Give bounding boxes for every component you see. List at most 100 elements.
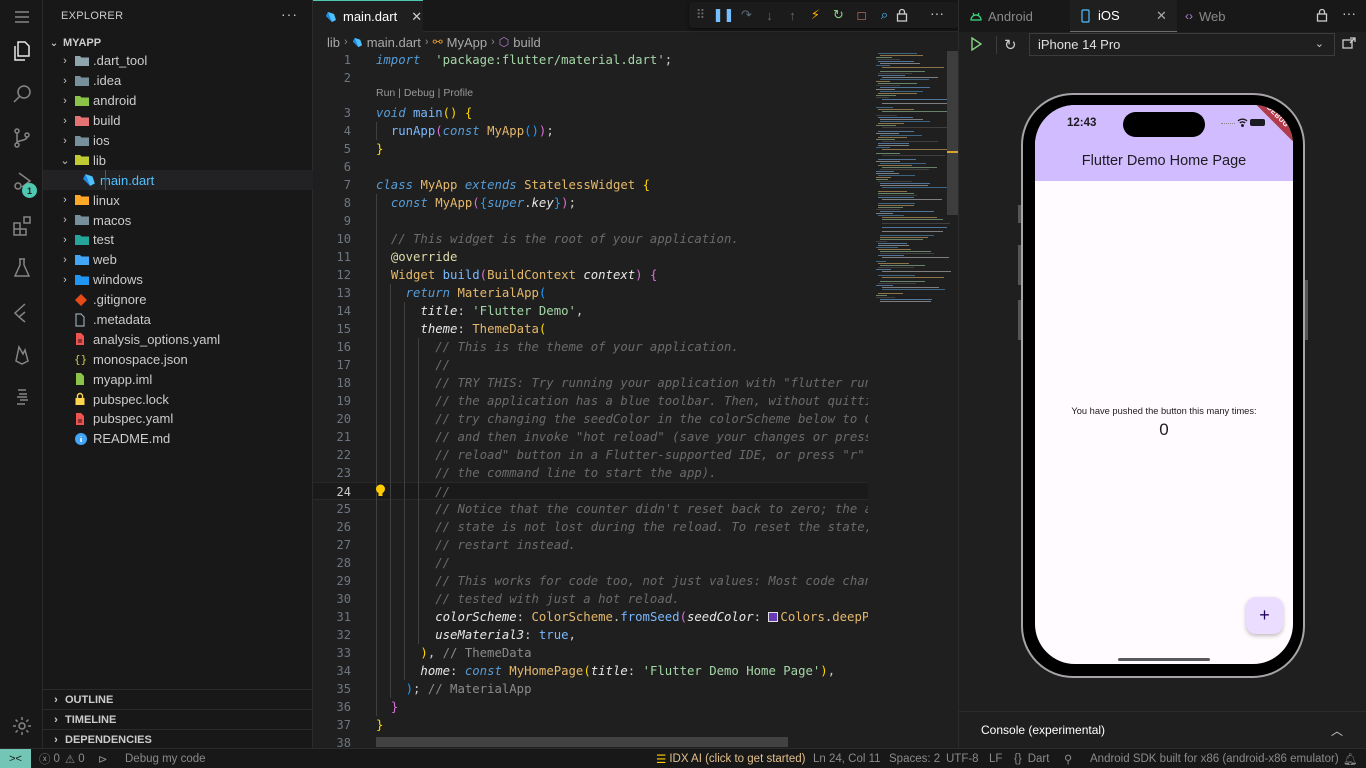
code-line[interactable]: 25 // Notice that the counter didn't res… [313,500,868,518]
feedback-icon[interactable]: ⚲ [1064,749,1072,768]
code-line[interactable]: 26 // state is not lost during the reloa… [313,518,868,536]
encoding[interactable]: UTF-8 [946,749,979,768]
section-outline[interactable]: › OUTLINE [43,689,313,709]
code-line[interactable]: 35 ); // MaterialApp [313,680,868,698]
tree-item[interactable]: › .dart_tool [43,51,313,71]
line-ending[interactable]: LF [989,749,1002,768]
activity-explorer[interactable] [0,31,43,71]
close-icon[interactable]: ✕ [1156,8,1167,24]
code-line[interactable]: 18 // TRY THIS: Try running your applica… [313,374,868,392]
tab-android[interactable]: Android [959,0,1069,32]
open-external-icon[interactable] [1342,37,1356,52]
code-line[interactable]: 16 // This is the theme of your applicat… [313,338,868,356]
breadcrumb-lib[interactable]: lib [327,35,340,50]
code-line[interactable]: 8 const MyApp({super.key}); [313,194,868,212]
code-line[interactable]: 19 // the application has a blue toolbar… [313,392,868,410]
debug-inspect-widget-button[interactable]: ⌕ [873,2,896,28]
color-swatch[interactable] [768,612,779,622]
tree-item[interactable]: › web [43,250,313,270]
horizontal-scrollbar[interactable] [376,737,788,747]
tab-main-dart[interactable]: main.dart ✕ [313,0,423,32]
debug-step-out-button[interactable]: ↑ [781,2,804,28]
remote-indicator[interactable]: >< [0,749,31,768]
code-line[interactable]: 4 runApp(const MyApp()); [313,122,868,140]
tree-item[interactable]: pubspec.yaml [43,409,313,429]
code-line[interactable]: 36 } [313,698,868,716]
device-indicator[interactable]: Android SDK built for x86 (android-x86 e… [1090,749,1339,768]
debug-step-into-button[interactable]: ↓ [758,2,781,28]
breadcrumb-class[interactable]: MyApp [447,35,487,50]
breadcrumb-file[interactable]: main.dart [367,35,421,50]
code-line[interactable]: 27 // restart instead. [313,536,868,554]
tree-item[interactable]: .gitignore [43,290,313,310]
code-line[interactable]: 20 // try changing the seedColor in the … [313,410,868,428]
code-line[interactable]: 14 title: 'Flutter Demo', [313,302,868,320]
lock-icon[interactable] [1316,8,1328,25]
tab-ios[interactable]: iOS ✕ [1070,0,1177,32]
section-dependencies[interactable]: › DEPENDENCIES [43,729,313,749]
code-line[interactable]: 22 // reload" button in a Flutter-suppor… [313,446,868,464]
activity-firebase[interactable] [0,335,43,375]
code-line[interactable]: 37} [313,716,868,734]
activity-run-debug[interactable]: 1 [0,161,43,201]
debug-stop-button[interactable]: □ [850,2,873,28]
device-select[interactable]: iPhone 14 Pro ⌄ [1029,33,1335,56]
debug-my-code[interactable]: Debug my code [125,749,206,768]
vertical-scrollbar[interactable] [947,51,958,215]
code-line[interactable]: 21 // and then invoke "hot reload" (save… [313,428,868,446]
debug-indicator[interactable]: ⊳ [98,749,108,768]
tree-item[interactable]: › build [43,111,313,131]
codelens-run-debug-profile[interactable]: Run | Debug | Profile [376,87,473,99]
code-line[interactable]: 10 // This widget is the root of your ap… [313,230,868,248]
activity-testing[interactable] [0,248,43,288]
tree-item[interactable]: › .idea [43,71,313,91]
code-editor[interactable]: Run | Debug | Profile 1 import 'package:f… [313,51,868,748]
notifications-bell-icon[interactable]: 🔔︎ [1343,749,1358,768]
workspace-root[interactable]: ⌄ MYAPP [43,33,313,53]
tree-item[interactable]: .metadata [43,310,313,330]
cursor-position[interactable]: Ln 24, Col 11 [813,749,881,768]
console-panel-header[interactable]: Console (experimental) ︿ [959,711,1366,748]
more-actions-button[interactable]: ··· [930,5,944,21]
tree-item[interactable]: main.dart [43,170,313,191]
lightbulb-icon[interactable] [375,484,387,498]
code-line[interactable]: 23 // the command line to start the app)… [313,464,868,482]
debug-drag-handle-button[interactable]: ⠿ [689,2,712,28]
code-line[interactable]: 15 theme: ThemeData( [313,320,868,338]
run-icon[interactable] [970,36,983,54]
tree-item[interactable]: pubspec.lock [43,389,313,409]
activity-flutter[interactable] [0,292,43,332]
code-line[interactable]: 7 class MyApp extends StatelessWidget { [313,176,868,194]
minimap[interactable] [868,51,951,748]
code-line[interactable]: 1 import 'package:flutter/material.dart'; [313,51,868,69]
code-line[interactable]: 17 // [313,356,868,374]
code-line[interactable]: 2 [313,69,868,87]
tree-item[interactable]: › linux [43,190,313,210]
tree-item[interactable]: › ios [43,131,313,151]
debug-hot-restart-button[interactable]: ↻ [827,2,850,28]
explorer-more-button[interactable]: ··· [281,6,298,22]
tree-item[interactable]: README.md [43,429,313,449]
tree-item[interactable]: › macos [43,210,313,230]
breadcrumb-method[interactable]: build [513,35,540,50]
code-line[interactable]: 24 // [313,482,868,500]
activity-settings[interactable] [0,706,43,746]
code-line[interactable]: 33 ), // ThemeData [313,644,868,662]
code-line[interactable]: 30 // tested with just a hot reload. [313,590,868,608]
lock-icon[interactable] [896,8,908,25]
phone-screen[interactable]: 12:43 DEBUG Flutter Demo Home Page You h… [1035,105,1293,664]
debug-step-over-button[interactable]: ↷ [735,2,758,28]
section-timeline[interactable]: › TIMELINE [43,709,313,729]
activity-outline-view[interactable] [0,377,43,417]
code-line[interactable]: 13 return MaterialApp( [313,284,868,302]
chevron-up-icon[interactable]: ︿ [1331,722,1343,739]
tree-item[interactable]: › test [43,230,313,250]
debug-pause-button[interactable]: ❚❚ [712,2,735,28]
code-line[interactable]: 12 Widget build(BuildContext context) { [313,266,868,284]
refresh-icon[interactable]: ↻ [1004,36,1017,54]
debug-hot-reload-button[interactable]: ⚡ [804,2,827,28]
indentation[interactable]: Spaces: 2 [889,749,940,768]
language-mode[interactable]: {} Dart [1014,749,1049,768]
activity-extensions[interactable] [0,205,43,245]
tree-item[interactable]: › windows [43,270,313,290]
